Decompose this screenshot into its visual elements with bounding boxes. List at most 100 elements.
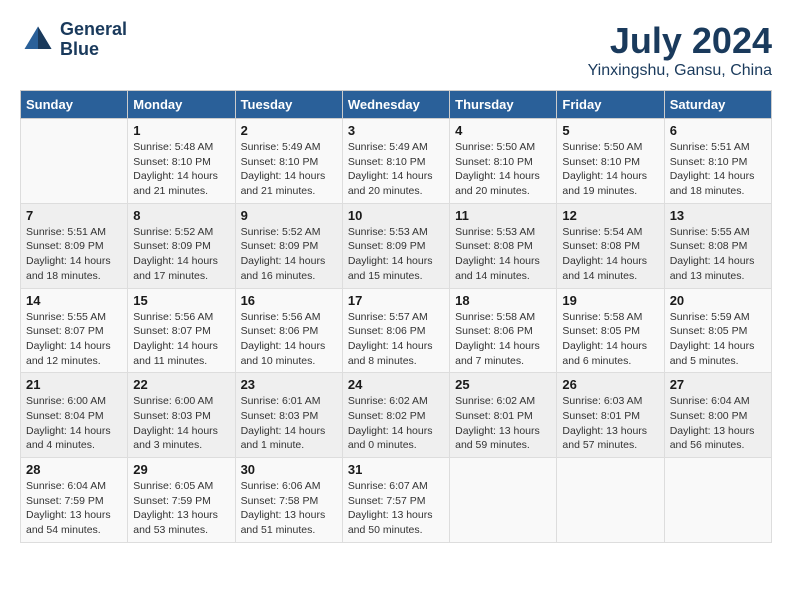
day-info: Sunrise: 6:05 AM Sunset: 7:59 PM Dayligh… [133,479,229,538]
day-number: 10 [348,208,444,223]
day-number: 13 [670,208,766,223]
day-info: Sunrise: 5:51 AM Sunset: 8:10 PM Dayligh… [670,140,766,199]
day-number: 11 [455,208,551,223]
day-number: 2 [241,123,337,138]
calendar-cell: 24 Sunrise: 6:02 AM Sunset: 8:02 PM Dayli… [342,373,449,458]
day-info: Sunrise: 6:00 AM Sunset: 8:04 PM Dayligh… [26,394,122,453]
calendar-cell: 30 Sunrise: 6:06 AM Sunset: 7:58 PM Dayli… [235,458,342,543]
day-info: Sunrise: 5:59 AM Sunset: 8:05 PM Dayligh… [670,310,766,369]
day-info: Sunrise: 5:49 AM Sunset: 8:10 PM Dayligh… [241,140,337,199]
day-number: 15 [133,293,229,308]
calendar-cell: 9 Sunrise: 5:52 AM Sunset: 8:09 PM Daylig… [235,203,342,288]
calendar-cell: 17 Sunrise: 5:57 AM Sunset: 8:06 PM Dayli… [342,288,449,373]
logo-icon [20,22,56,58]
calendar-cell: 19 Sunrise: 5:58 AM Sunset: 8:05 PM Dayli… [557,288,664,373]
day-info: Sunrise: 5:49 AM Sunset: 8:10 PM Dayligh… [348,140,444,199]
day-info: Sunrise: 5:57 AM Sunset: 8:06 PM Dayligh… [348,310,444,369]
calendar-cell: 1Sunrise: 5:48 AM Sunset: 8:10 PM Daylig… [128,119,235,204]
calendar-week-row: 28Sunrise: 6:04 AM Sunset: 7:59 PM Dayli… [21,458,772,543]
day-number: 30 [241,462,337,477]
day-number: 26 [562,377,658,392]
calendar-week-row: 7 Sunrise: 5:51 AM Sunset: 8:09 PM Daylig… [21,203,772,288]
day-info: Sunrise: 5:50 AM Sunset: 8:10 PM Dayligh… [562,140,658,199]
day-info: Sunrise: 5:52 AM Sunset: 8:09 PM Dayligh… [241,225,337,284]
day-info: Sunrise: 6:01 AM Sunset: 8:03 PM Dayligh… [241,394,337,453]
calendar-cell: 3 Sunrise: 5:49 AM Sunset: 8:10 PM Daylig… [342,119,449,204]
day-info: Sunrise: 6:02 AM Sunset: 8:02 PM Dayligh… [348,394,444,453]
calendar-cell: 14Sunrise: 5:55 AM Sunset: 8:07 PM Dayli… [21,288,128,373]
day-number: 19 [562,293,658,308]
day-info: Sunrise: 5:50 AM Sunset: 8:10 PM Dayligh… [455,140,551,199]
day-number: 4 [455,123,551,138]
day-number: 27 [670,377,766,392]
weekday-header-tuesday: Tuesday [235,91,342,119]
calendar-cell: 13 Sunrise: 5:55 AM Sunset: 8:08 PM Dayli… [664,203,771,288]
weekday-header-wednesday: Wednesday [342,91,449,119]
calendar-cell: 8 Sunrise: 5:52 AM Sunset: 8:09 PM Daylig… [128,203,235,288]
day-number: 17 [348,293,444,308]
calendar-cell: 22 Sunrise: 6:00 AM Sunset: 8:03 PM Dayli… [128,373,235,458]
calendar-cell: 25 Sunrise: 6:02 AM Sunset: 8:01 PM Dayli… [450,373,557,458]
day-number: 9 [241,208,337,223]
day-number: 5 [562,123,658,138]
day-info: Sunrise: 6:00 AM Sunset: 8:03 PM Dayligh… [133,394,229,453]
calendar-cell: 21 Sunrise: 6:00 AM Sunset: 8:04 PM Dayli… [21,373,128,458]
day-info: Sunrise: 6:07 AM Sunset: 7:57 PM Dayligh… [348,479,444,538]
calendar-cell: 27Sunrise: 6:04 AM Sunset: 8:00 PM Dayli… [664,373,771,458]
calendar-cell: 2 Sunrise: 5:49 AM Sunset: 8:10 PM Daylig… [235,119,342,204]
calendar-cell: 28Sunrise: 6:04 AM Sunset: 7:59 PM Dayli… [21,458,128,543]
day-info: Sunrise: 5:56 AM Sunset: 8:06 PM Dayligh… [241,310,337,369]
calendar-table: SundayMondayTuesdayWednesdayThursdayFrid… [20,90,772,543]
day-number: 6 [670,123,766,138]
calendar-cell: 26Sunrise: 6:03 AM Sunset: 8:01 PM Dayli… [557,373,664,458]
day-number: 29 [133,462,229,477]
title-block: July 2024 Yinxingshu, Gansu, China [588,20,772,80]
day-info: Sunrise: 6:02 AM Sunset: 8:01 PM Dayligh… [455,394,551,453]
day-number: 16 [241,293,337,308]
day-info: Sunrise: 5:51 AM Sunset: 8:09 PM Dayligh… [26,225,122,284]
calendar-week-row: 14Sunrise: 5:55 AM Sunset: 8:07 PM Dayli… [21,288,772,373]
month-title: July 2024 [588,20,772,62]
weekday-header-saturday: Saturday [664,91,771,119]
day-number: 7 [26,208,122,223]
weekday-header-friday: Friday [557,91,664,119]
day-number: 12 [562,208,658,223]
calendar-cell [21,119,128,204]
day-info: Sunrise: 5:56 AM Sunset: 8:07 PM Dayligh… [133,310,229,369]
calendar-week-row: 1Sunrise: 5:48 AM Sunset: 8:10 PM Daylig… [21,119,772,204]
day-number: 14 [26,293,122,308]
logo: General Blue [20,20,127,60]
day-number: 25 [455,377,551,392]
day-number: 23 [241,377,337,392]
day-number: 8 [133,208,229,223]
day-info: Sunrise: 5:52 AM Sunset: 8:09 PM Dayligh… [133,225,229,284]
day-number: 22 [133,377,229,392]
weekday-header-thursday: Thursday [450,91,557,119]
calendar-cell: 20 Sunrise: 5:59 AM Sunset: 8:05 PM Dayli… [664,288,771,373]
day-number: 20 [670,293,766,308]
calendar-cell [664,458,771,543]
calendar-cell: 10 Sunrise: 5:53 AM Sunset: 8:09 PM Dayli… [342,203,449,288]
calendar-cell: 23 Sunrise: 6:01 AM Sunset: 8:03 PM Dayli… [235,373,342,458]
calendar-cell [557,458,664,543]
calendar-cell: 12Sunrise: 5:54 AM Sunset: 8:08 PM Dayli… [557,203,664,288]
day-info: Sunrise: 5:55 AM Sunset: 8:08 PM Dayligh… [670,225,766,284]
calendar-cell: 4 Sunrise: 5:50 AM Sunset: 8:10 PM Daylig… [450,119,557,204]
calendar-cell: 16 Sunrise: 5:56 AM Sunset: 8:06 PM Dayli… [235,288,342,373]
calendar-cell: 6 Sunrise: 5:51 AM Sunset: 8:10 PM Daylig… [664,119,771,204]
day-number: 3 [348,123,444,138]
day-info: Sunrise: 5:53 AM Sunset: 8:09 PM Dayligh… [348,225,444,284]
calendar-cell: 5 Sunrise: 5:50 AM Sunset: 8:10 PM Daylig… [557,119,664,204]
calendar-week-row: 21 Sunrise: 6:00 AM Sunset: 8:04 PM Dayli… [21,373,772,458]
calendar-cell: 29 Sunrise: 6:05 AM Sunset: 7:59 PM Dayli… [128,458,235,543]
weekday-header-monday: Monday [128,91,235,119]
logo-text: General Blue [60,20,127,60]
day-number: 24 [348,377,444,392]
day-number: 21 [26,377,122,392]
day-number: 31 [348,462,444,477]
day-number: 1 [133,123,229,138]
day-info: Sunrise: 5:58 AM Sunset: 8:05 PM Dayligh… [562,310,658,369]
day-info: Sunrise: 6:06 AM Sunset: 7:58 PM Dayligh… [241,479,337,538]
day-info: Sunrise: 5:53 AM Sunset: 8:08 PM Dayligh… [455,225,551,284]
page-header: General Blue July 2024 Yinxingshu, Gansu… [20,20,772,80]
